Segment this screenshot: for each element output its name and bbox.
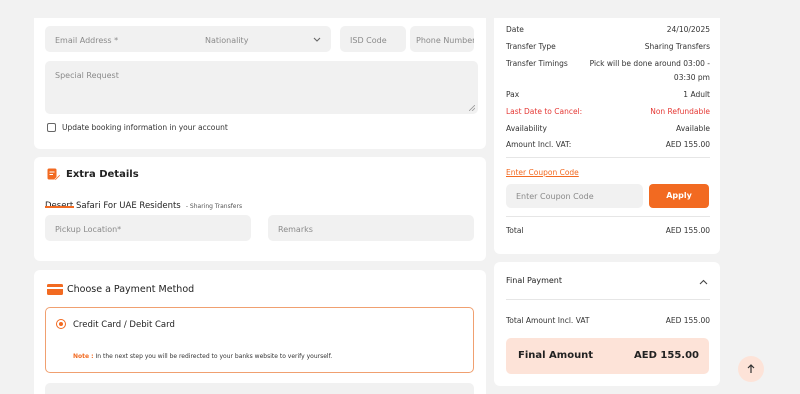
payment-note: Note : In the next step you will be redi… <box>73 353 332 360</box>
total-value: AED 155.00 <box>665 226 710 235</box>
resize-handle-icon[interactable] <box>469 105 475 111</box>
special-request-placeholder: Special Request <box>55 71 119 80</box>
apply-button-label: Apply <box>666 191 692 200</box>
edit-note-icon <box>47 168 61 181</box>
payment-note-label: Note : <box>73 353 94 360</box>
cancel-date-value: Non Refundable <box>650 107 710 116</box>
checkout-page: { "guest_form": { "email_placeholder": "… <box>0 0 800 394</box>
payment-method-card: Choose a Payment Method Credit Card / De… <box>34 270 486 394</box>
total-label: Total <box>506 226 524 235</box>
isd-code-field[interactable]: ISD Code <box>340 26 406 52</box>
summary-row-value: Pick will be done around 03:00 - <box>589 59 710 68</box>
coupon-input[interactable]: Enter Coupon Code <box>506 184 643 208</box>
update-booking-checkbox[interactable] <box>47 123 56 132</box>
radio-dot <box>58 321 63 326</box>
scroll-to-top-button[interactable] <box>738 356 764 382</box>
arrow-up-icon <box>747 364 755 373</box>
summary-row-value: AED 155.00 <box>665 140 710 149</box>
email-placeholder: Email Address * <box>55 36 119 45</box>
credit-card-radio[interactable] <box>56 319 66 329</box>
booking-summary-card: Date 24/10/2025 Transfer Type Sharing Tr… <box>494 18 720 254</box>
final-amount-value: AED 155.00 <box>634 350 699 361</box>
nationality-select[interactable]: Nationality <box>195 26 331 52</box>
cancel-date-label: Last Date to Cancel: <box>506 107 583 116</box>
enter-coupon-link[interactable]: Enter Coupon Code <box>506 168 579 177</box>
update-booking-label: Update booking information in your accou… <box>62 123 228 132</box>
isd-code-placeholder: ISD Code <box>350 36 387 45</box>
remarks-field[interactable]: Remarks <box>268 215 474 241</box>
summary-row-value-line2: 03:30 pm <box>673 73 710 82</box>
divider <box>506 299 710 300</box>
final-amount-box: Final Amount AED 155.00 <box>506 338 709 374</box>
extra-details-heading: Extra Details <box>66 169 139 180</box>
final-payment-card: Final Payment Total Amount Incl. VAT AED… <box>494 262 720 386</box>
email-field[interactable]: Email Address * <box>45 26 213 52</box>
next-payment-option[interactable] <box>45 383 474 394</box>
summary-row-value: Available <box>676 124 710 133</box>
chevron-up-icon[interactable] <box>699 279 708 285</box>
divider <box>506 157 710 158</box>
final-total-label: Total Amount Incl. VAT <box>506 316 590 325</box>
final-total-value: AED 155.00 <box>665 316 710 325</box>
remarks-placeholder: Remarks <box>278 225 313 234</box>
final-amount-label: Final Amount <box>518 350 594 361</box>
tour-title-underline <box>45 206 74 208</box>
tour-subtitle: - Sharing Transfers <box>185 203 243 210</box>
credit-card-icon <box>47 284 63 295</box>
summary-row-label: Pax <box>506 90 520 99</box>
summary-row-value: 24/10/2025 <box>666 25 710 34</box>
summary-row-label: Availability <box>506 124 547 133</box>
phone-number-field[interactable]: Phone Number <box>410 26 474 52</box>
summary-row-label: Amount Incl. VAT: <box>506 140 572 149</box>
extra-details-card: Extra Details Desert Safari For UAE Resi… <box>34 157 486 261</box>
summary-row-label: Transfer Timings <box>506 59 568 68</box>
special-request-textarea[interactable]: Special Request <box>45 61 478 114</box>
guest-form-card: Email Address * Nationality ISD Code Pho… <box>34 18 486 149</box>
apply-coupon-button[interactable]: Apply <box>649 184 709 208</box>
tour-name: Desert Safari For UAE Residents - Sharin… <box>45 193 242 212</box>
payment-method-heading: Choose a Payment Method <box>67 284 195 295</box>
summary-row-label: Date <box>506 25 524 34</box>
summary-row-value: Sharing Transfers <box>644 42 710 51</box>
phone-number-placeholder: Phone Number <box>416 36 474 45</box>
pickup-location-field[interactable]: Pickup Location* <box>45 215 251 241</box>
chevron-down-icon <box>313 37 321 42</box>
final-payment-heading: Final Payment <box>506 276 563 285</box>
pickup-location-placeholder: Pickup Location* <box>55 225 122 234</box>
summary-row-label: Transfer Type <box>506 42 556 51</box>
nationality-placeholder: Nationality <box>205 36 249 45</box>
credit-card-option[interactable]: Credit Card / Debit Card Note : In the n… <box>45 307 474 373</box>
summary-row-value: 1 Adult <box>683 90 710 99</box>
credit-card-option-label: Credit Card / Debit Card <box>73 320 175 330</box>
divider <box>506 216 710 217</box>
coupon-input-placeholder: Enter Coupon Code <box>516 192 594 201</box>
payment-note-text: In the next step you will be redirected … <box>95 353 333 360</box>
